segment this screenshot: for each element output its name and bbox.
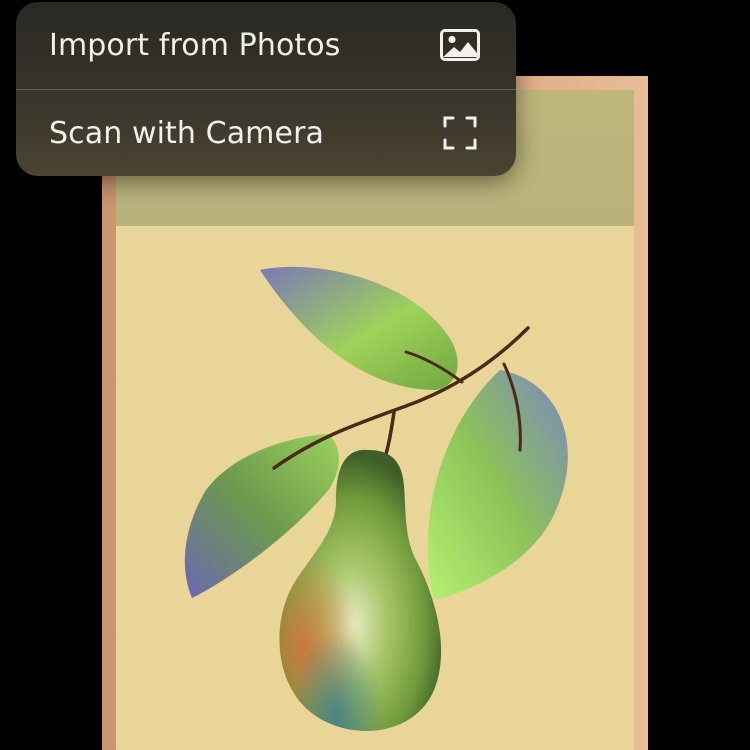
artwork-frame xyxy=(102,76,648,750)
screen: Import from Photos Scan with Camera xyxy=(0,0,750,750)
scan-with-camera-label: Scan with Camera xyxy=(49,115,324,151)
scan-viewfinder-icon xyxy=(440,113,480,153)
artwork-mat xyxy=(116,90,634,750)
import-from-photos-item[interactable]: Import from Photos xyxy=(16,2,516,88)
scan-with-camera-item[interactable]: Scan with Camera xyxy=(16,90,516,176)
photo-icon xyxy=(440,25,480,65)
import-menu: Import from Photos Scan with Camera xyxy=(16,2,516,176)
pear-illustration xyxy=(184,266,568,731)
import-from-photos-label: Import from Photos xyxy=(49,27,341,63)
